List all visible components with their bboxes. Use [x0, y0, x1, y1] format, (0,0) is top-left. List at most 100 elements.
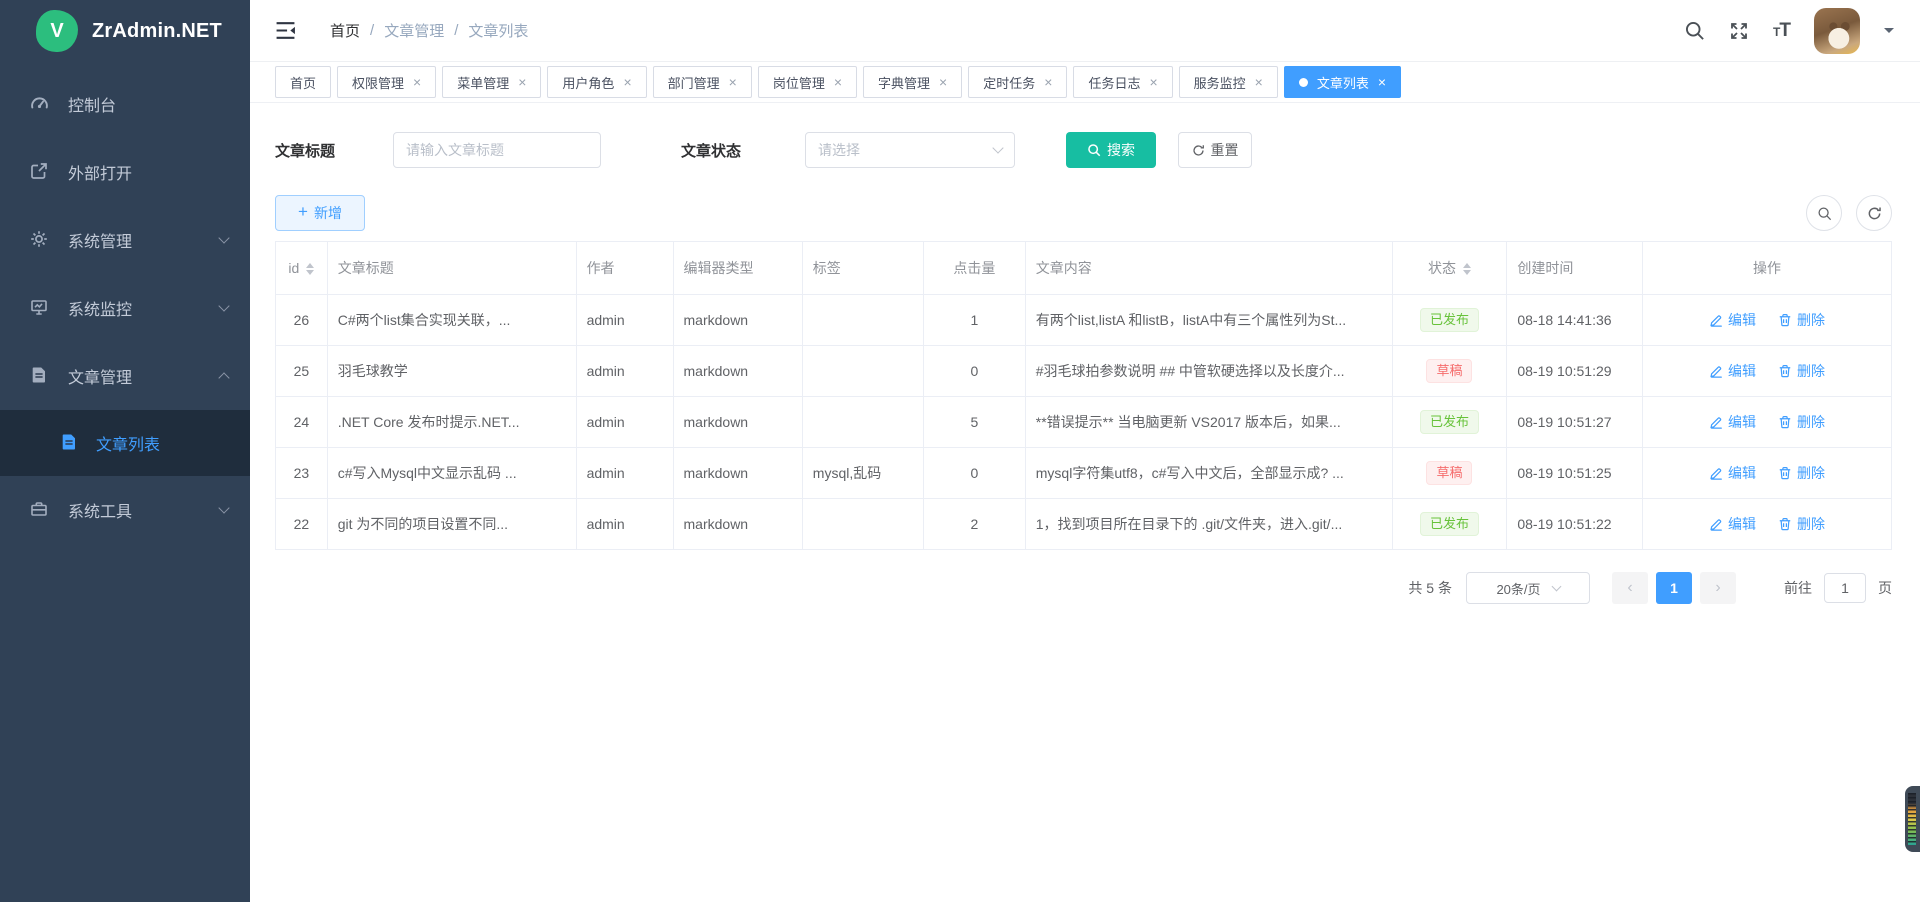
goto-page-input[interactable] [1824, 573, 1866, 603]
sidebar-item[interactable]: 外部打开 [0, 138, 250, 206]
edit-link[interactable]: 编辑 [1709, 310, 1756, 330]
sidebar: V ZrAdmin.NET 控制台外部打开系统管理系统监控文章管理文章列表系统工… [0, 0, 250, 902]
table-cell [802, 499, 923, 550]
sidebar-item[interactable]: 系统管理 [0, 206, 250, 274]
edit-link-label: 编辑 [1728, 361, 1756, 381]
sort-desc-icon [1463, 270, 1471, 275]
row-actions-cell: 编辑 删除 [1643, 499, 1892, 550]
close-icon[interactable]: × [518, 75, 526, 89]
chevron-down-icon [992, 142, 1003, 153]
table-cell: 0 [923, 346, 1025, 397]
sidebar-item[interactable]: 系统工具 [0, 476, 250, 544]
table-cell: markdown [673, 448, 802, 499]
close-icon[interactable]: × [623, 75, 631, 89]
status-filter-select[interactable]: 请选择 [805, 132, 1015, 168]
tab-item[interactable]: 字典管理× [863, 66, 962, 98]
column-header: 标签 [802, 242, 923, 295]
close-icon[interactable]: × [1044, 75, 1052, 89]
tab-label: 任务日志 [1088, 73, 1140, 92]
floating-widget-stripes-icon [1908, 793, 1916, 845]
column-header: 点击量 [923, 242, 1025, 295]
sidebar-item-label: 控制台 [68, 92, 116, 116]
breadcrumb-item[interactable]: 首页 [330, 20, 360, 41]
sidebar-item[interactable]: 文章管理 [0, 342, 250, 410]
close-icon[interactable]: × [729, 75, 737, 89]
edit-link[interactable]: 编辑 [1709, 514, 1756, 534]
column-header: 文章内容 [1025, 242, 1392, 295]
tab-label: 岗位管理 [773, 73, 825, 92]
column-header: 作者 [576, 242, 673, 295]
page-content: 文章标题 文章状态 请选择 搜索 [250, 103, 1920, 902]
page-number-button[interactable]: 1 [1656, 572, 1692, 604]
tab-item[interactable]: 岗位管理 × [758, 66, 857, 98]
tab-active[interactable]: 文章列表× [1284, 66, 1401, 98]
delete-link[interactable]: 删除 [1778, 361, 1825, 381]
chevron-down-icon [218, 502, 229, 513]
app-title: ZrAdmin.NET [92, 20, 222, 43]
tab-item[interactable]: 权限管理 × [337, 66, 436, 98]
column-header-label: 操作 [1753, 260, 1781, 276]
tab-label: 权限管理 [352, 73, 404, 92]
sidebar-fold-icon[interactable] [275, 21, 296, 40]
close-icon[interactable]: × [1378, 75, 1386, 89]
table-cell: markdown [673, 295, 802, 346]
delete-link[interactable]: 删除 [1778, 514, 1825, 534]
reset-button[interactable]: 重置 [1178, 132, 1252, 168]
sidebar-item-label: 外部打开 [68, 160, 132, 184]
column-header-label: id [288, 260, 299, 276]
gear-icon [30, 230, 50, 250]
table-cell: mysql,乱码 [802, 448, 923, 499]
tab-item[interactable]: 用户角色× [547, 66, 646, 98]
column-header[interactable]: 状态 [1392, 242, 1507, 295]
tab-item[interactable]: 服务监控× [1179, 66, 1278, 98]
search-icon[interactable] [1684, 20, 1705, 41]
user-avatar[interactable] [1814, 8, 1860, 54]
edit-link[interactable]: 编辑 [1709, 361, 1756, 381]
sort-caret-icon[interactable] [1463, 263, 1471, 275]
text-size-icon[interactable]: TT [1773, 20, 1790, 42]
prev-page-button[interactable]: ‹ [1612, 572, 1648, 604]
chevron-down-icon[interactable] [1884, 28, 1894, 38]
table-cell: #羽毛球拍参数说明 ## 中管软硬选择以及长度介... [1025, 346, 1392, 397]
fullscreen-icon[interactable] [1729, 21, 1749, 41]
delete-link[interactable]: 删除 [1778, 412, 1825, 432]
next-page-button[interactable]: › [1700, 572, 1736, 604]
sidebar-item[interactable]: 控制台 [0, 70, 250, 138]
close-icon[interactable]: × [1149, 75, 1157, 89]
tab-item[interactable]: 首页 [275, 66, 331, 98]
delete-link-label: 删除 [1797, 514, 1825, 534]
table-row: 23c#写入Mysql中文显示乱码 ...adminmarkdownmysql,… [276, 448, 1892, 499]
tab-item[interactable]: 部门管理× [653, 66, 752, 98]
tab-item[interactable]: 定时任务× [968, 66, 1067, 98]
delete-icon [1778, 364, 1792, 378]
sidebar-subitem[interactable]: 文章列表 [0, 410, 250, 476]
sort-caret-icon[interactable] [306, 263, 314, 275]
close-icon[interactable]: × [939, 75, 947, 89]
tab-item[interactable]: 任务日志 × [1073, 66, 1172, 98]
close-icon[interactable]: × [1255, 75, 1263, 89]
delete-link[interactable]: 删除 [1778, 463, 1825, 483]
chevron-down-icon [1551, 581, 1561, 591]
floating-widget[interactable] [1905, 786, 1920, 852]
show-search-toggle-button[interactable] [1806, 195, 1842, 231]
refresh-table-button[interactable] [1856, 195, 1892, 231]
tab-item[interactable]: 菜单管理× [442, 66, 541, 98]
page-size-select[interactable]: 20条/页 [1466, 572, 1590, 604]
add-button[interactable]: + 新增 [275, 195, 365, 231]
edit-link[interactable]: 编辑 [1709, 412, 1756, 432]
plus-icon: + [298, 202, 308, 222]
goto-label: 前往 [1784, 578, 1812, 598]
table-cell: 08-19 10:51:25 [1507, 448, 1643, 499]
filter-form: 文章标题 文章状态 请选择 搜索 [275, 132, 1892, 168]
search-button[interactable]: 搜索 [1066, 132, 1156, 168]
title-filter-input[interactable] [393, 132, 601, 168]
sidebar-item-label: 系统监控 [68, 296, 132, 320]
close-icon[interactable]: × [413, 75, 421, 89]
table-cell: c#写入Mysql中文显示乱码 ... [327, 448, 576, 499]
delete-link[interactable]: 删除 [1778, 310, 1825, 330]
edit-link[interactable]: 编辑 [1709, 463, 1756, 483]
sort-asc-icon [306, 263, 314, 268]
column-header[interactable]: id [276, 242, 328, 295]
close-icon[interactable]: × [834, 75, 842, 89]
sidebar-item[interactable]: 系统监控 [0, 274, 250, 342]
